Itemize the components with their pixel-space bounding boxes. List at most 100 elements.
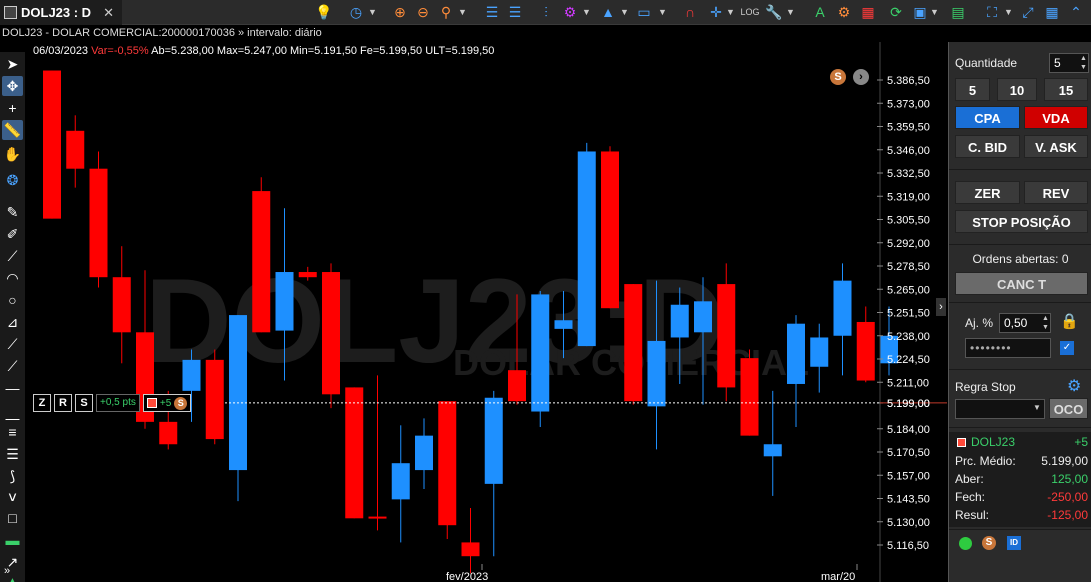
oco-button[interactable]: OCO [1049,398,1088,419]
studies-icon[interactable]: ⚙ [560,2,580,22]
palette-icon[interactable]: ❂ [2,170,23,190]
zero-position-button[interactable]: Z [33,394,51,412]
crosshair-tool-icon[interactable]: ✥ [2,76,23,96]
level-icon[interactable]: ⎽ [2,402,23,422]
price-chart[interactable]: DOLJ23:D DOLAR COMERCIAL 5.386,50 5.373,0… [25,42,947,582]
trading-app: DOLJ23 : D ✕ 💡 ◷ ▼ ⊕ ⊖ ⚲ ▼ ☰ ☰ ⫶ ⚙ ▼ ▲ ▼… [0,0,1091,582]
chevron-down-icon[interactable]: ▼ [582,2,591,22]
spinner-icon[interactable]: ▲ ▼ [1042,314,1049,332]
close-icon[interactable]: ✕ [103,5,114,21]
ruler-icon[interactable]: 📏 [2,120,23,140]
chevron-up-icon[interactable]: ⌃ [1066,2,1086,22]
zoom-out-icon[interactable]: ⊖ [413,2,433,22]
chevron-down-icon[interactable]: ▼ [1033,403,1041,412]
order-panel: Quantidade 5 ▲ ▼ 5 10 15 CPA VDA C. BID V… [948,42,1091,582]
lock-icon[interactable]: 🔒 [1060,312,1079,330]
chevron-down-icon[interactable]: ▼ [458,2,467,22]
y-tick-label: 5.346,00 [887,145,930,157]
tag-icon[interactable]: ▦ [858,2,878,22]
fan-icon[interactable]: ⊿ [2,312,23,332]
horizontal-line-icon[interactable]: — [2,378,23,398]
path-icon[interactable]: ⟆ [2,466,23,486]
magnet-icon[interactable]: ∩ [680,2,700,22]
clock-icon[interactable]: ◷ [346,2,366,22]
log-icon[interactable]: LOG [740,2,760,22]
crosshair-icon[interactable]: ✛ [706,2,726,22]
buy-button[interactable]: CPA [955,106,1020,129]
y-tick-label: 5.265,00 [887,284,930,296]
reverse-button[interactable]: REV [1024,181,1088,204]
hand-icon[interactable]: ✋ [2,144,23,164]
chevron-down-icon[interactable]: ▼ [786,2,795,22]
ray-icon[interactable]: ⟋ [2,356,23,376]
coin-icon[interactable]: S [830,69,846,85]
circle-icon[interactable]: ○ [2,290,23,310]
candle-body [415,435,433,471]
refresh-icon[interactable]: ⟳ [886,2,906,22]
brush-icon[interactable]: ✐ [2,224,23,244]
candle-body [205,359,224,440]
fibonacci-icon[interactable]: ☰ [2,444,23,464]
id-icon[interactable]: ID [1007,536,1021,550]
chevron-down-icon[interactable]: ▼ [368,2,377,22]
buy-bid-button[interactable]: C. BID [955,135,1020,158]
gear-icon[interactable]: ⚙ [834,2,854,22]
more-tools-icon[interactable]: » [4,565,10,577]
sell-ask-button[interactable]: V. ASK [1024,135,1088,158]
plus-icon[interactable]: + [2,98,23,118]
zoom-icon[interactable]: ⚲ [436,2,456,22]
chart-canvas[interactable]: DOLJ23:D DOLAR COMERCIAL 5.386,505.373,0… [25,42,947,582]
qty-15-button[interactable]: 15 [1044,78,1088,101]
position-quantity-box[interactable]: +5 S [142,394,192,412]
zoom-in-icon[interactable]: ⊕ [390,2,410,22]
layout-icon[interactable]: ▭ [634,2,654,22]
chevron-right-icon[interactable]: › [936,298,946,316]
chevron-down-icon[interactable]: ▼ [726,2,735,22]
qty-10-button[interactable]: 10 [997,78,1037,101]
chevron-right-icon[interactable]: › [853,69,869,85]
line-icon[interactable]: ⟋ [2,334,23,354]
expand-icon[interactable]: ⤢ [1018,2,1038,22]
pencil-icon[interactable]: ✎ [2,202,23,222]
checkbox-icon[interactable]: ✓ [1060,341,1074,355]
gear-icon[interactable]: ⚙ [1067,376,1081,396]
candle-body [89,168,108,278]
chevron-down-icon[interactable]: ▼ [930,2,939,22]
book-icon[interactable]: ▤ [948,2,968,22]
stop-position-button[interactable]: STOP POSIÇÃO [955,210,1088,233]
indicator-icon[interactable]: ⫶ [536,2,556,22]
spinner-icon[interactable]: ▲ ▼ [1080,54,1087,72]
coin-icon[interactable]: S [982,536,996,550]
chevron-down-icon[interactable]: ▼ [658,2,667,22]
list-add-icon[interactable]: ☰ [482,2,502,22]
zone-icon[interactable]: ▬ [2,530,23,550]
chart-tab[interactable]: DOLJ23 : D ✕ [0,0,122,25]
image-icon[interactable]: ▣ [910,2,930,22]
y-tick-label: 5.224,50 [887,354,930,366]
zero-button[interactable]: ZER [955,181,1020,204]
qty-5-button[interactable]: 5 [955,78,990,101]
text-icon[interactable]: A [810,2,830,22]
cancel-all-button[interactable]: CANC T [955,272,1088,295]
password-input[interactable]: •••••••• [965,338,1051,358]
chevron-down-icon[interactable]: ▼ [1004,2,1013,22]
stop-rule-select[interactable] [955,399,1045,419]
rectangle-icon[interactable]: □ [2,508,23,528]
channel-icon[interactable]: ≡ [2,422,23,442]
grid-icon[interactable]: ▦ [1042,2,1062,22]
cursor-icon[interactable]: ➤ [2,54,23,74]
elliott-icon[interactable]: ⅴ [2,486,23,506]
lightbulb-icon[interactable]: 💡 [315,2,332,22]
sell-button[interactable]: VDA [1024,106,1088,129]
reverse-position-button[interactable]: R [54,394,72,412]
trendline-icon[interactable]: ⟋ [2,246,23,266]
status-online-icon[interactable] [959,537,972,550]
fit-icon[interactable]: ⛶ [982,2,1002,22]
shapes-icon[interactable]: ▲ [598,2,618,22]
wrench-icon[interactable]: 🔧 [764,2,784,22]
candle-body [810,337,829,367]
stop-position-button[interactable]: S [75,394,93,412]
list-remove-icon[interactable]: ☰ [505,2,525,22]
chevron-down-icon[interactable]: ▼ [620,2,629,22]
arc-icon[interactable]: ◠ [2,268,23,288]
